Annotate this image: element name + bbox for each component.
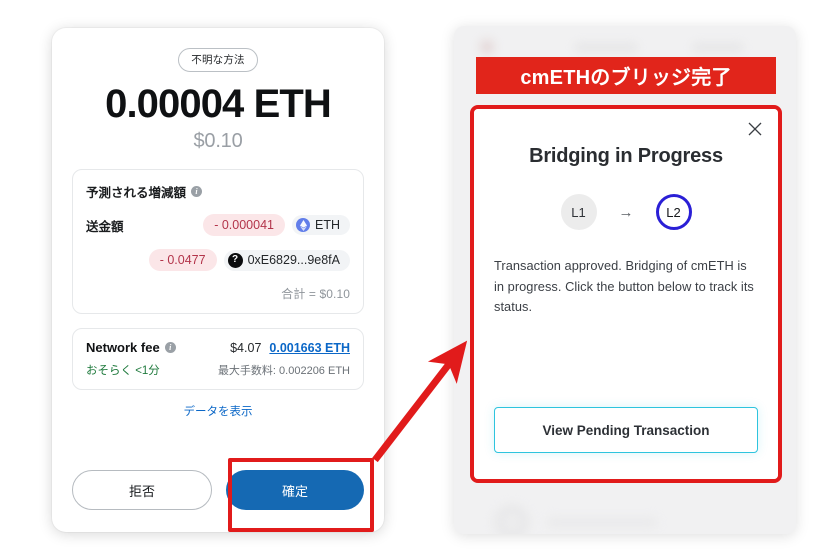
estimated-change-asset[interactable]: ? 0xE6829...9e8fA [223,249,350,271]
estimated-change-values: - 0.0477 ? 0xE6829...9e8fA [148,249,350,272]
bridge-app-panel: cmETHのブリッジ完了 Bridging in Progress L1 → L… [454,26,796,534]
estimated-change-row: - 0.0477 ? 0xE6829...9e8fA [86,249,350,272]
bridge-hops: L1 → L2 [494,194,758,230]
arrow-right-icon: → [618,203,634,221]
network-fee-max: 最大手数料: 0.002206 ETH [217,365,350,378]
hop-from-l1: L1 [560,194,597,230]
dialog-title: Bridging in Progress [529,145,723,167]
info-icon[interactable]: i [164,342,176,354]
estimated-change-asset-label: ETH [315,218,340,233]
network-fee-main-row: Network fee i $4.07 0.001663 ETH [86,340,350,355]
method-badge: 不明な方法 [178,48,258,72]
close-icon[interactable] [746,120,764,138]
estimated-change-asset[interactable]: ETH [292,215,350,236]
network-fee-sub-row: おそらく <1分 最大手数料: 0.002206 ETH [86,362,350,378]
bridge-complete-banner-text: cmETHのブリッジ完了 [520,67,732,89]
confirm-button[interactable]: 確定 [226,470,364,510]
eth-token-icon [296,218,310,233]
show-data-link[interactable]: データを表示 [72,403,364,419]
estimated-changes-label: 予測される増減額 [86,186,187,201]
estimated-changes-panel: 予測される増減額 i 送金額 - 0.000041 ETH - 0.0477 ?… [72,169,364,315]
network-fee-speed: おそらく <1分 [86,365,160,378]
bridging-dialog: Bridging in Progress L1 → L2 Transaction… [474,109,778,479]
estimated-changes-total: 合計 = $0.10 [281,287,350,302]
network-fee-name: Network fee i [86,340,176,355]
method-badge-row: 不明な方法 [72,48,364,72]
blurred-footer-content [494,504,658,534]
amount-fiat: $0.10 [193,130,243,153]
estimated-change-asset-label: 0xE6829...9e8fA [247,253,340,268]
estimated-changes-title: 予測される増減額 i [86,182,350,201]
unknown-token-icon: ? [227,252,243,268]
transaction-confirm-card: 不明な方法 0.00004 ETH $0.10 予測される増減額 i 送金額 -… [52,28,384,532]
estimated-change-values: - 0.000041 ETH [203,214,350,237]
reject-button[interactable]: 拒否 [72,470,212,510]
hop-to-l2: L2 [655,194,692,230]
estimated-change-delta: - 0.000041 [203,214,285,237]
network-fee-panel: Network fee i $4.07 0.001663 ETH おそらく <1… [72,328,364,391]
estimated-change-label: 送金額 [86,219,124,234]
view-pending-transaction-button[interactable]: View Pending Transaction [494,407,758,453]
network-fee-eth-link[interactable]: 0.001663 ETH [269,341,350,355]
bridge-dialog-highlight: Bridging in Progress L1 → L2 Transaction… [470,105,782,483]
info-icon[interactable]: i [191,186,203,198]
network-fee-label: Network fee [86,340,160,356]
estimated-change-delta: - 0.0477 [148,249,217,272]
confirm-card-footer: 拒否 確定 [72,460,364,510]
bridge-complete-banner: cmETHのブリッジ完了 [476,57,776,94]
estimated-change-row: 送金額 - 0.000041 ETH [86,214,350,237]
network-fee-values: $4.07 0.001663 ETH [230,341,350,355]
network-fee-usd: $4.07 [230,340,262,355]
amount-primary: 0.00004 ETH [105,82,332,126]
screenshot-stage: 不明な方法 0.00004 ETH $0.10 予測される増減額 i 送金額 -… [0,0,840,560]
dialog-body-text: Transaction approved. Bridging of cmETH … [494,258,754,315]
